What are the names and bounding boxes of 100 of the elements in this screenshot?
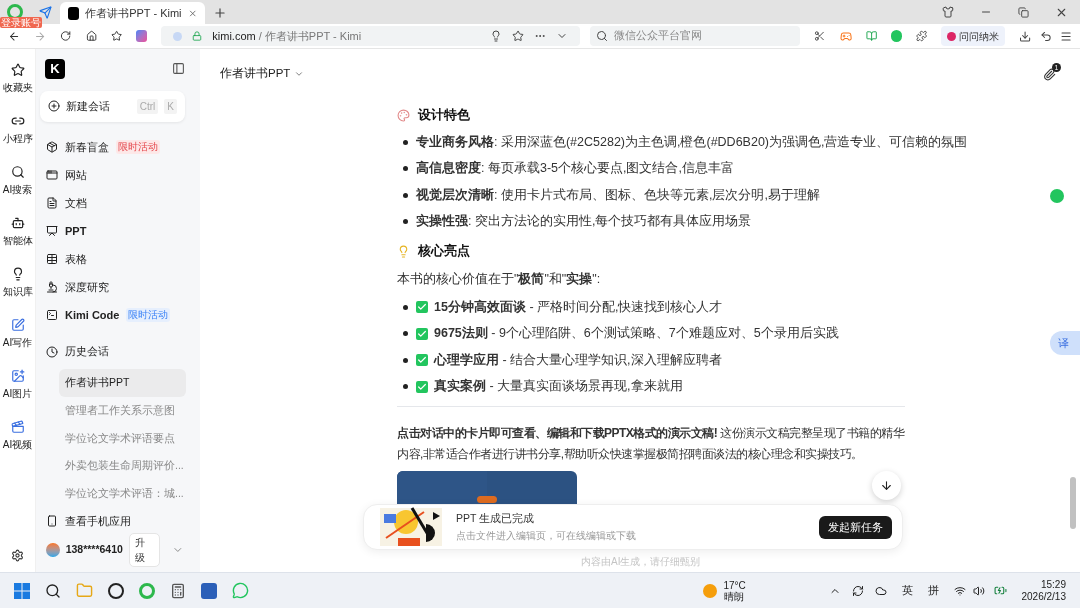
history-item[interactable]: 学位论文学术评语：城... bbox=[59, 480, 186, 509]
sidebar-item[interactable]: PPT bbox=[40, 216, 196, 245]
scroll-down-button[interactable] bbox=[872, 471, 901, 500]
rail-item[interactable]: AI图片 bbox=[0, 369, 35, 420]
notification-title: PPT 生成已完成 bbox=[456, 511, 536, 527]
kimi-logo[interactable]: K bbox=[45, 58, 65, 79]
rail-item[interactable]: 知识库 bbox=[0, 267, 35, 318]
volume-icon[interactable] bbox=[972, 584, 985, 597]
bullet-icon bbox=[403, 166, 408, 172]
paperclip-icon[interactable] bbox=[1043, 67, 1056, 81]
chevron-down-icon[interactable] bbox=[294, 69, 305, 79]
undo-icon[interactable] bbox=[1039, 29, 1052, 43]
window-icon bbox=[46, 168, 58, 181]
checkmark-icon bbox=[416, 354, 428, 367]
download-icon[interactable] bbox=[1019, 29, 1032, 43]
rail-item[interactable]: AI视频 bbox=[0, 420, 35, 471]
lock-icon bbox=[192, 31, 203, 41]
bot-icon bbox=[10, 216, 25, 230]
tab-title: 作者讲书PPT - Kimi bbox=[85, 5, 182, 21]
translate-button[interactable]: 译 bbox=[1050, 331, 1080, 355]
search-field[interactable]: 微信公众平台官网 bbox=[589, 26, 801, 46]
sync-icon[interactable] bbox=[851, 584, 864, 597]
scissors-icon[interactable] bbox=[814, 30, 826, 42]
bookmark-icon[interactable] bbox=[110, 30, 123, 42]
browser-tab[interactable]: 作者讲书PPT - Kimi bbox=[60, 2, 205, 24]
history-item[interactable]: 学位论文学术评语要点 bbox=[59, 424, 186, 453]
image-icon bbox=[10, 369, 25, 383]
rail-item[interactable]: 小程序 bbox=[0, 114, 35, 165]
weather-text: 晴朗 bbox=[723, 590, 745, 602]
search-icon bbox=[10, 165, 25, 179]
notification-card[interactable]: PPT 生成已完成 点击文件进入编辑页，可在线编辑或下载 发起新任务 bbox=[363, 504, 903, 550]
wifi-icon[interactable] bbox=[953, 584, 966, 597]
sidebar-item[interactable]: 深度研究 bbox=[40, 272, 196, 301]
sidebar-item[interactable]: 文档 bbox=[40, 188, 196, 217]
restore-icon[interactable] bbox=[1018, 6, 1029, 18]
ai-assistant-icon[interactable] bbox=[136, 30, 148, 42]
history-item[interactable]: 作者讲书PPT bbox=[59, 368, 186, 397]
address-field[interactable]: kimi.com / 作者讲书PPT - Kimi bbox=[161, 26, 580, 46]
film-icon bbox=[10, 420, 25, 434]
sidebar-item[interactable]: 新春盲盒 限时活动 bbox=[40, 132, 196, 161]
document-app-icon[interactable] bbox=[201, 582, 217, 599]
paragraph: 点击对话中的卡片即可查看、编辑和下载PPTX格式的演示文稿! 这份演示文稿完整呈现了书籍的精华内容,非常适合作者进行讲书分享,帮助听众快速掌握极简招聘面谈法的核心理念和实操技巧。 bbox=[397, 425, 905, 463]
star-icon bbox=[10, 63, 25, 77]
url-text: kimi.com / 作者讲书PPT - Kimi bbox=[212, 28, 363, 44]
new-task-button[interactable]: 发起新任务 bbox=[819, 515, 892, 539]
battery-icon[interactable] bbox=[993, 584, 1007, 597]
star-icon[interactable] bbox=[511, 30, 524, 42]
clock-time[interactable]: 15:29 bbox=[1040, 578, 1066, 591]
shortcut-key: Ctrl bbox=[136, 98, 159, 114]
sidebar-toggle-icon[interactable] bbox=[172, 62, 185, 76]
settings-icon[interactable] bbox=[11, 549, 24, 562]
search-icon[interactable] bbox=[45, 582, 61, 599]
new-tab-icon[interactable] bbox=[213, 6, 227, 20]
reload-icon[interactable] bbox=[60, 30, 72, 42]
history-heading: 历史会话 bbox=[65, 344, 109, 360]
clock-date[interactable]: 2026/2/13 bbox=[1021, 590, 1066, 603]
bullet-icon bbox=[403, 304, 408, 310]
shirt-icon[interactable] bbox=[942, 6, 954, 18]
section-heading: 设计特色 bbox=[418, 106, 470, 125]
notification-subtitle: 点击文件进入编辑页，可在线编辑或下载 bbox=[456, 528, 637, 543]
sidebar-item[interactable]: 网站 bbox=[40, 160, 196, 189]
paper-plane-icon[interactable] bbox=[38, 5, 52, 19]
new-chat-button[interactable]: 新建会话 Ctrl K bbox=[40, 90, 185, 122]
gamepad-icon[interactable] bbox=[839, 29, 852, 43]
avatar[interactable] bbox=[46, 543, 60, 557]
sun-icon bbox=[702, 583, 717, 598]
rail-item[interactable]: 收藏夹 bbox=[0, 63, 35, 114]
upgrade-button[interactable]: 升级 bbox=[128, 533, 161, 567]
home-icon[interactable] bbox=[85, 30, 97, 42]
cloud-icon[interactable] bbox=[874, 584, 887, 597]
extension-button[interactable]: 问问纳米 bbox=[941, 26, 1006, 46]
input-method-indicator[interactable]: 拼 bbox=[927, 582, 939, 599]
windows-logo-icon[interactable] bbox=[14, 582, 30, 599]
bullet-icon bbox=[403, 139, 408, 145]
menu-icon[interactable] bbox=[1059, 29, 1072, 43]
plus-icon bbox=[48, 100, 60, 113]
lightbulb-icon[interactable] bbox=[489, 30, 502, 42]
shortcut-key: K bbox=[164, 98, 177, 114]
link-icon bbox=[10, 114, 25, 128]
sidebar-item[interactable]: 表格 bbox=[40, 244, 196, 273]
rail-item[interactable]: AI搜索 bbox=[0, 165, 35, 216]
puzzle-icon[interactable] bbox=[916, 30, 928, 42]
sidebar-item[interactable]: 查看手机应用 bbox=[40, 508, 196, 534]
list-item-text: 9675法则 - 9个心理陷阱、6个测试策略、7个难题应对、5个录用后实践 bbox=[434, 325, 839, 343]
chat-title[interactable]: 作者讲书PPT bbox=[220, 65, 291, 83]
sidebar-item[interactable]: Kimi Code 限时活动 bbox=[40, 300, 196, 329]
input-method-indicator[interactable]: 英 bbox=[901, 582, 913, 599]
history-item[interactable]: 外卖包装生命周期评价... bbox=[59, 452, 186, 481]
promo-badge: 限时活动 bbox=[116, 139, 160, 154]
rail-item[interactable]: AI写作 bbox=[0, 318, 35, 369]
rail-item[interactable]: 智能体 bbox=[0, 216, 35, 267]
back-icon[interactable] bbox=[8, 29, 21, 43]
clock-icon bbox=[46, 345, 58, 358]
lightbulb-icon bbox=[397, 244, 410, 258]
circle-logo-icon[interactable] bbox=[108, 582, 124, 599]
search-input[interactable]: 微信公众平台官网 bbox=[613, 28, 795, 44]
book-icon[interactable] bbox=[865, 30, 877, 42]
calculator-icon[interactable] bbox=[170, 582, 186, 599]
bullet-icon bbox=[403, 192, 408, 198]
history-item[interactable]: 管理者工作关系示意图 bbox=[59, 396, 186, 425]
